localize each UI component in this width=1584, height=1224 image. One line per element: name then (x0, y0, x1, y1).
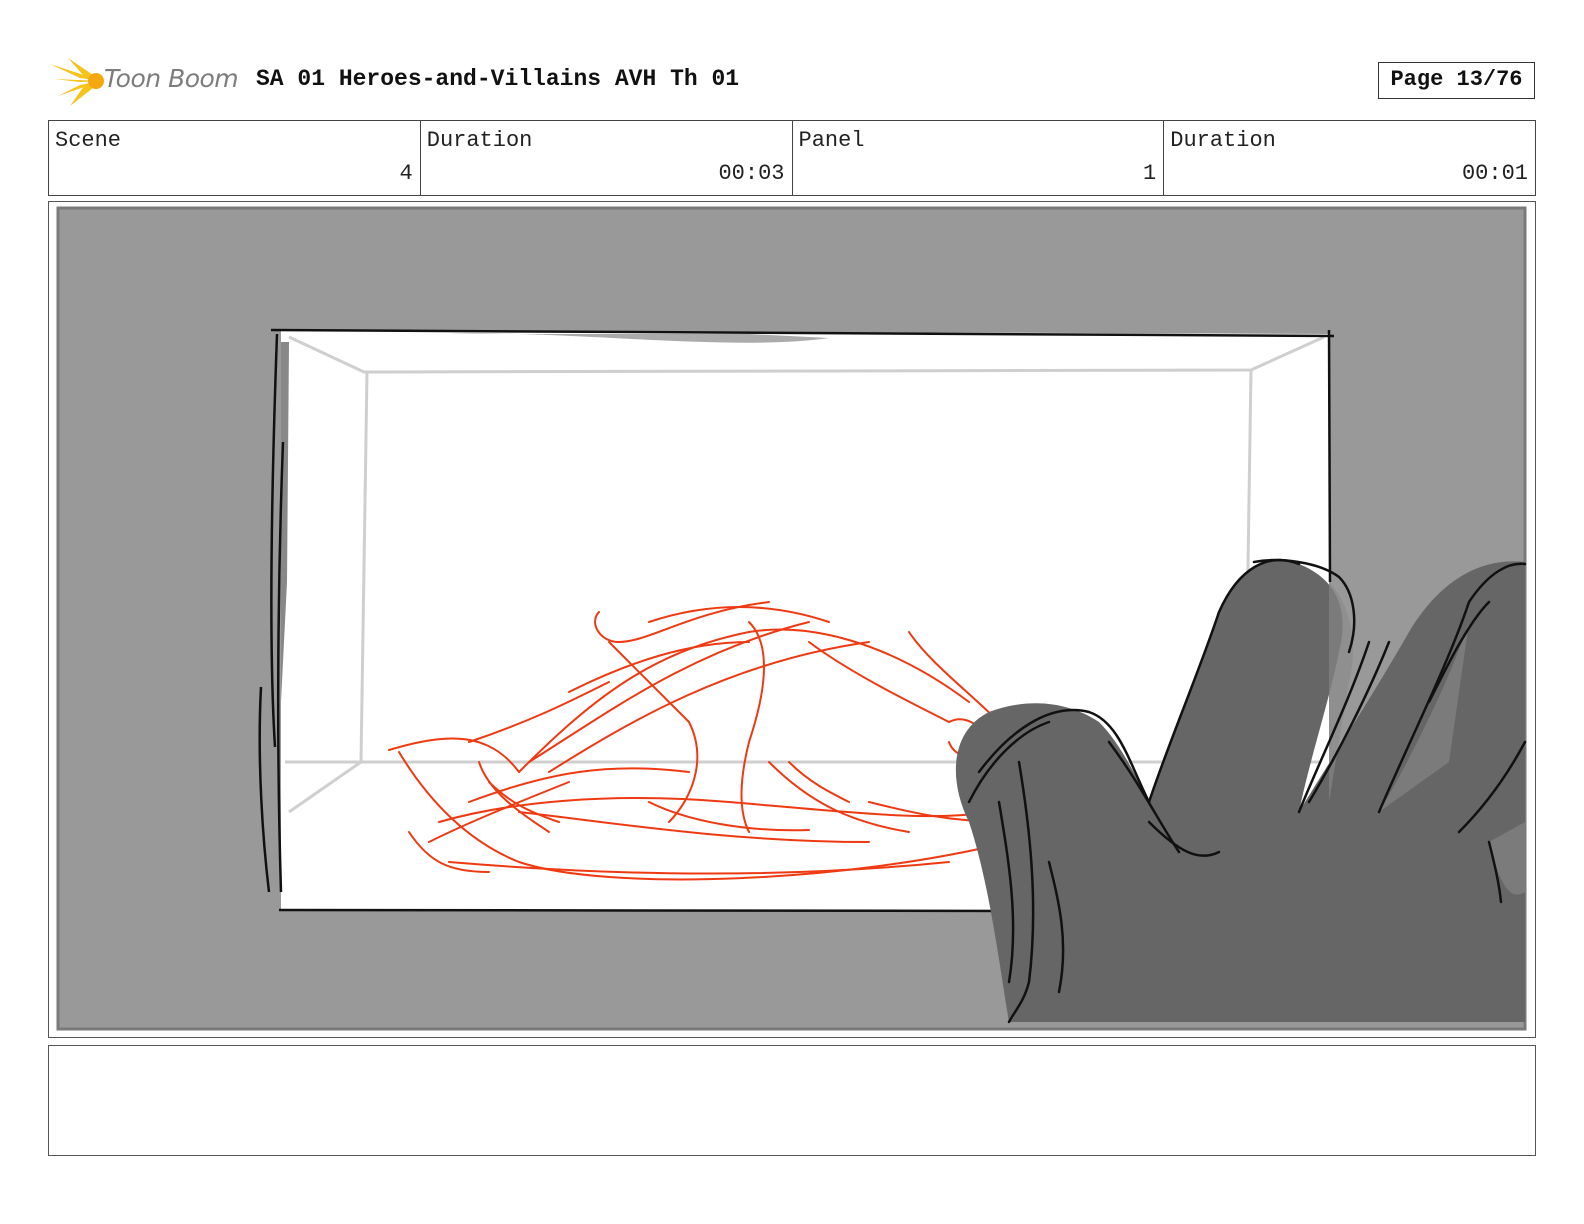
document-title: SA 01 Heroes-and-Villains AVH Th 01 (256, 66, 740, 92)
notes-box (48, 1045, 1536, 1156)
toon-boom-logo: Toon Boom (50, 54, 240, 108)
scene-label: Scene (55, 128, 122, 153)
panel-duration-label: Duration (1170, 128, 1276, 153)
starburst-icon (50, 58, 104, 106)
panel-label: Panel (798, 128, 865, 153)
scene-duration-value: 00:03 (718, 161, 785, 186)
panel-cell: Panel 1 (793, 121, 1165, 195)
panel-duration-value: 00:01 (1461, 161, 1528, 186)
storyboard-panel (48, 201, 1536, 1038)
panel-duration-cell: Duration 00:01 (1164, 121, 1535, 195)
scene-cell: Scene 4 (49, 121, 421, 195)
panel-sketch (56, 206, 1527, 1031)
scene-duration-label: Duration (426, 128, 533, 153)
scene-duration-cell: Duration 00:03 (421, 121, 793, 195)
page-number: Page 13/76 (1378, 62, 1535, 99)
scene-info-table: Scene 4 Duration 00:03 Panel 1 Duration … (48, 120, 1536, 196)
logo-text: Toon Boom (104, 64, 239, 93)
panel-value: 1 (1143, 161, 1157, 186)
scene-value: 4 (399, 161, 413, 186)
